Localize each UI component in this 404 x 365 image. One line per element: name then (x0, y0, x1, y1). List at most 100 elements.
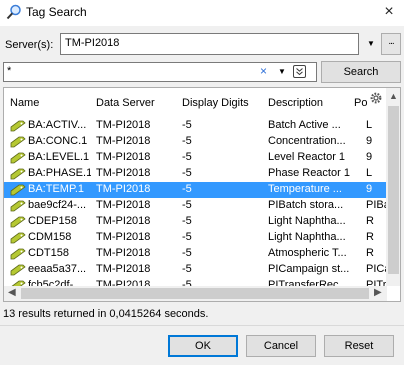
data-server-cell: TM-PI2018 (96, 231, 151, 243)
status-text: 13 results returned in 0,0415264 seconds… (3, 308, 209, 320)
table-row[interactable]: BA:LEVEL.1 TM-PI2018 -5 Level Reactor 1 9 (4, 150, 387, 166)
table-row[interactable]: CDM158 TM-PI2018 -5 Light Naphtha... R (4, 230, 387, 246)
clear-search-icon[interactable]: × (260, 64, 267, 78)
scroll-right-icon[interactable]: ▶ (374, 287, 382, 298)
cancel-button[interactable]: Cancel (246, 335, 316, 357)
display-digits-cell: -5 (182, 215, 192, 227)
point-source-cell: 9 (366, 151, 373, 163)
tag-icon (10, 136, 26, 148)
tag-name-cell: BA:ACTIV... (28, 119, 87, 131)
point-source-cell: R (366, 215, 374, 227)
data-server-cell: TM-PI2018 (96, 167, 151, 179)
data-server-cell: TM-PI2018 (96, 151, 151, 163)
description-cell: PICampaign st... (268, 263, 350, 275)
tag-name-cell: bae9cf24-... (28, 199, 87, 211)
tag-icon (10, 264, 26, 276)
data-server-cell: TM-PI2018 (96, 215, 151, 227)
column-header-display-digits[interactable]: Display Digits (182, 97, 249, 109)
column-header-point-source[interactable]: Po (354, 97, 367, 109)
tag-icon (10, 168, 26, 180)
vertical-scrollbar[interactable]: ▲ (386, 88, 400, 286)
point-source-cell: 9 (366, 135, 373, 147)
point-source-cell: L (366, 167, 373, 179)
tag-icon (10, 216, 26, 228)
server-more-button[interactable]: ... (381, 33, 401, 55)
search-options-icon[interactable] (293, 65, 306, 78)
point-source-cell: R (366, 231, 374, 243)
table-row[interactable]: CDEP158 TM-PI2018 -5 Light Naphtha... R (4, 214, 387, 230)
horizontal-scrollbar[interactable]: ◀ ▶ (4, 286, 387, 301)
point-source-cell: PICar (366, 263, 387, 275)
scroll-left-icon[interactable]: ◀ (8, 287, 16, 298)
search-button[interactable]: Search (321, 61, 401, 83)
results-grid[interactable]: Name Data Server Display Digits Descript… (3, 87, 401, 302)
grid-header: Name Data Server Display Digits Descript… (4, 88, 387, 118)
table-row[interactable]: BA:ACTIV... TM-PI2018 -5 Batch Active ... L (4, 118, 387, 134)
reset-button[interactable]: Reset (324, 335, 394, 357)
data-server-cell: TM-PI2018 (96, 263, 151, 275)
table-row[interactable]: CDT158 TM-PI2018 -5 Atmospheric T... R (4, 246, 387, 262)
tag-name-cell: BA:CONC.1 (28, 135, 88, 147)
display-digits-cell: -5 (182, 247, 192, 259)
display-digits-cell: -5 (182, 263, 192, 275)
tag-icon (10, 248, 26, 260)
description-cell: Light Naphtha... (268, 231, 346, 243)
point-source-cell: R (366, 247, 374, 259)
window-title: Tag Search (26, 5, 87, 19)
tag-icon (10, 152, 26, 164)
tag-icon (10, 120, 26, 132)
description-cell: Light Naphtha... (268, 215, 346, 227)
tag-name-cell: BA:TEMP.1 (28, 183, 85, 195)
search-input-value: * (7, 65, 12, 77)
search-icon (6, 4, 21, 20)
point-source-cell: PIBat (366, 199, 387, 211)
data-server-cell: TM-PI2018 (96, 135, 151, 147)
column-header-description[interactable]: Description (268, 97, 323, 109)
data-server-cell: TM-PI2018 (96, 119, 151, 131)
divider (0, 325, 404, 326)
close-button[interactable]: × (374, 0, 404, 26)
server-dropdown-button[interactable]: ▼ (362, 34, 380, 54)
table-row[interactable]: BA:CONC.1 TM-PI2018 -5 Concentration... 9 (4, 134, 387, 150)
description-cell: Concentration... (268, 135, 346, 147)
table-row[interactable]: bae9cf24-... TM-PI2018 -5 PIBatch stora... P… (4, 198, 387, 214)
description-cell: Temperature ... (268, 183, 342, 195)
title-bar: Tag Search × (0, 0, 404, 26)
display-digits-cell: -5 (182, 231, 192, 243)
gear-icon[interactable] (369, 91, 383, 105)
server-label: Server(s): (5, 39, 54, 51)
display-digits-cell: -5 (182, 119, 192, 131)
tag-name-cell: BA:LEVEL.1 (28, 151, 90, 163)
display-digits-cell: -5 (182, 135, 192, 147)
table-row[interactable]: eeaa5a37... TM-PI2018 -5 PICampaign st... PI… (4, 262, 387, 278)
column-header-name[interactable]: Name (10, 97, 39, 109)
description-cell: Phase Reactor 1 (268, 167, 350, 179)
tag-name-cell: CDEP158 (28, 215, 77, 227)
description-cell: Level Reactor 1 (268, 151, 346, 163)
tag-name-cell: CDT158 (28, 247, 69, 259)
data-server-cell: TM-PI2018 (96, 199, 151, 211)
point-source-cell: L (366, 119, 373, 131)
vertical-scroll-thumb[interactable] (388, 106, 399, 274)
search-history-dropdown-icon[interactable]: ▼ (278, 67, 286, 76)
tag-icon (10, 200, 26, 212)
table-row[interactable]: BA:PHASE.1 TM-PI2018 -5 Phase Reactor 1 L (4, 166, 387, 182)
ok-button[interactable]: OK (168, 335, 238, 357)
data-server-cell: TM-PI2018 (96, 183, 151, 195)
tag-name-cell: BA:PHASE.1 (28, 167, 91, 179)
column-header-data-server[interactable]: Data Server (96, 97, 155, 109)
table-row[interactable]: BA:TEMP.1 TM-PI2018 -5 Temperature ... 9 (4, 182, 387, 198)
display-digits-cell: -5 (182, 151, 192, 163)
display-digits-cell: -5 (182, 199, 192, 211)
server-field[interactable]: TM-PI2018 (60, 33, 359, 55)
tag-icon (10, 232, 26, 244)
description-cell: Atmospheric T... (268, 247, 347, 259)
tag-name-cell: eeaa5a37... (28, 263, 87, 275)
display-digits-cell: -5 (182, 183, 192, 195)
description-cell: Batch Active ... (268, 119, 341, 131)
description-cell: PIBatch stora... (268, 199, 344, 211)
tag-name-cell: CDM158 (28, 231, 72, 243)
search-input[interactable]: * × ▼ (3, 62, 317, 82)
horizontal-scroll-thumb[interactable] (21, 288, 369, 299)
scroll-up-icon[interactable]: ▲ (389, 91, 398, 101)
